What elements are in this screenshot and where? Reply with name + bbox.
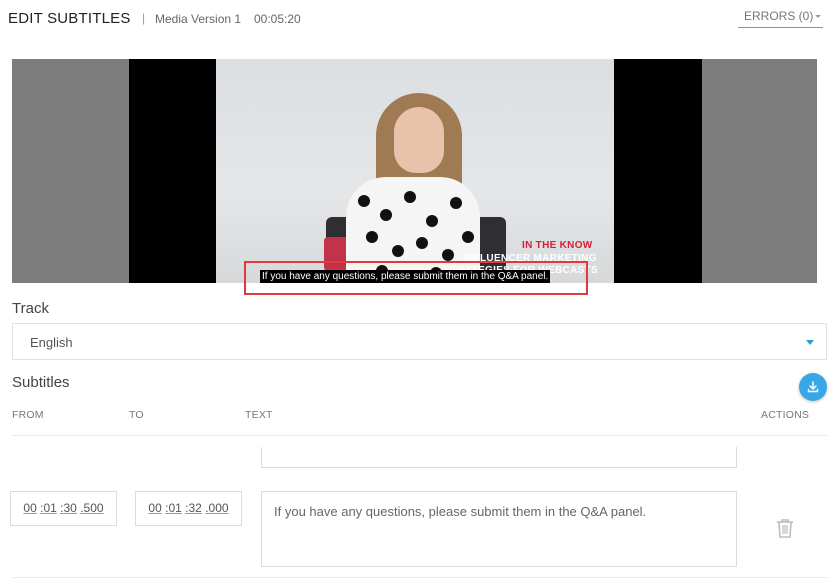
caption-highlight-box: [244, 261, 588, 295]
from-seconds[interactable]: :30: [60, 501, 77, 515]
pattern-dot: [366, 231, 378, 243]
to-milliseconds-value: 000: [208, 501, 229, 515]
chevron-down-icon: [815, 15, 821, 18]
pattern-dot: [426, 215, 438, 227]
subtitle-text-input[interactable]: If you have any questions, please submit…: [261, 491, 737, 567]
presenter-face: [394, 107, 444, 173]
to-seconds-value: 32: [188, 501, 202, 515]
video-frame: IN THE KNOW INFLUENCER MARKETING STRATEG…: [216, 59, 614, 283]
from-minutes-value: 01: [43, 501, 57, 515]
from-milliseconds-value: 500: [83, 501, 104, 515]
from-minutes[interactable]: :01: [40, 501, 57, 515]
header-divider: [12, 435, 827, 436]
header: EDIT SUBTITLES | Media Version 1 00:05:2…: [0, 0, 833, 40]
chevron-down-icon: [806, 340, 814, 345]
download-icon: [807, 381, 819, 393]
video-player[interactable]: IN THE KNOW INFLUENCER MARKETING STRATEG…: [12, 59, 817, 283]
errors-dropdown[interactable]: ERRORS (0): [738, 9, 823, 28]
subtitles-label: Subtitles: [12, 374, 70, 391]
media-duration: 00:05:20: [254, 12, 301, 26]
track-select[interactable]: English: [12, 323, 827, 360]
trash-icon: [777, 519, 793, 538]
column-header-from: FROM: [12, 409, 44, 421]
pattern-dot: [404, 191, 416, 203]
video-overlay-tag: IN THE KNOW: [522, 240, 593, 251]
pattern-dot: [380, 209, 392, 221]
row-divider: [12, 577, 827, 578]
pattern-dot: [416, 237, 428, 249]
pattern-dot: [358, 195, 370, 207]
download-button[interactable]: [799, 373, 827, 401]
errors-label: ERRORS (0): [744, 9, 814, 23]
to-milliseconds[interactable]: .000: [205, 501, 228, 515]
page-title: EDIT SUBTITLES: [8, 10, 131, 27]
from-milliseconds[interactable]: .500: [80, 501, 103, 515]
pattern-dot: [442, 249, 454, 261]
column-header-actions: ACTIONS: [761, 409, 810, 421]
pattern-dot: [450, 197, 462, 209]
to-seconds[interactable]: :32: [185, 501, 202, 515]
previous-row-text[interactable]: [261, 447, 737, 468]
delete-button[interactable]: [776, 518, 794, 543]
from-time-input[interactable]: 00 :01 :30 .500: [10, 491, 117, 526]
to-minutes-value: 01: [168, 501, 182, 515]
column-header-to: TO: [129, 409, 144, 421]
column-header-text: TEXT: [245, 409, 273, 421]
pattern-dot: [392, 245, 404, 257]
media-version: Media Version 1: [155, 12, 242, 26]
track-select-value: English: [30, 335, 73, 350]
to-time-input[interactable]: 00 :01 :32 .000: [135, 491, 242, 526]
pattern-dot: [462, 231, 474, 243]
from-seconds-value: 30: [63, 501, 77, 515]
title-separator: |: [142, 11, 146, 25]
track-label: Track: [12, 300, 49, 317]
from-hours[interactable]: 00: [23, 501, 36, 515]
to-hours[interactable]: 00: [148, 501, 161, 515]
to-minutes[interactable]: :01: [165, 501, 182, 515]
